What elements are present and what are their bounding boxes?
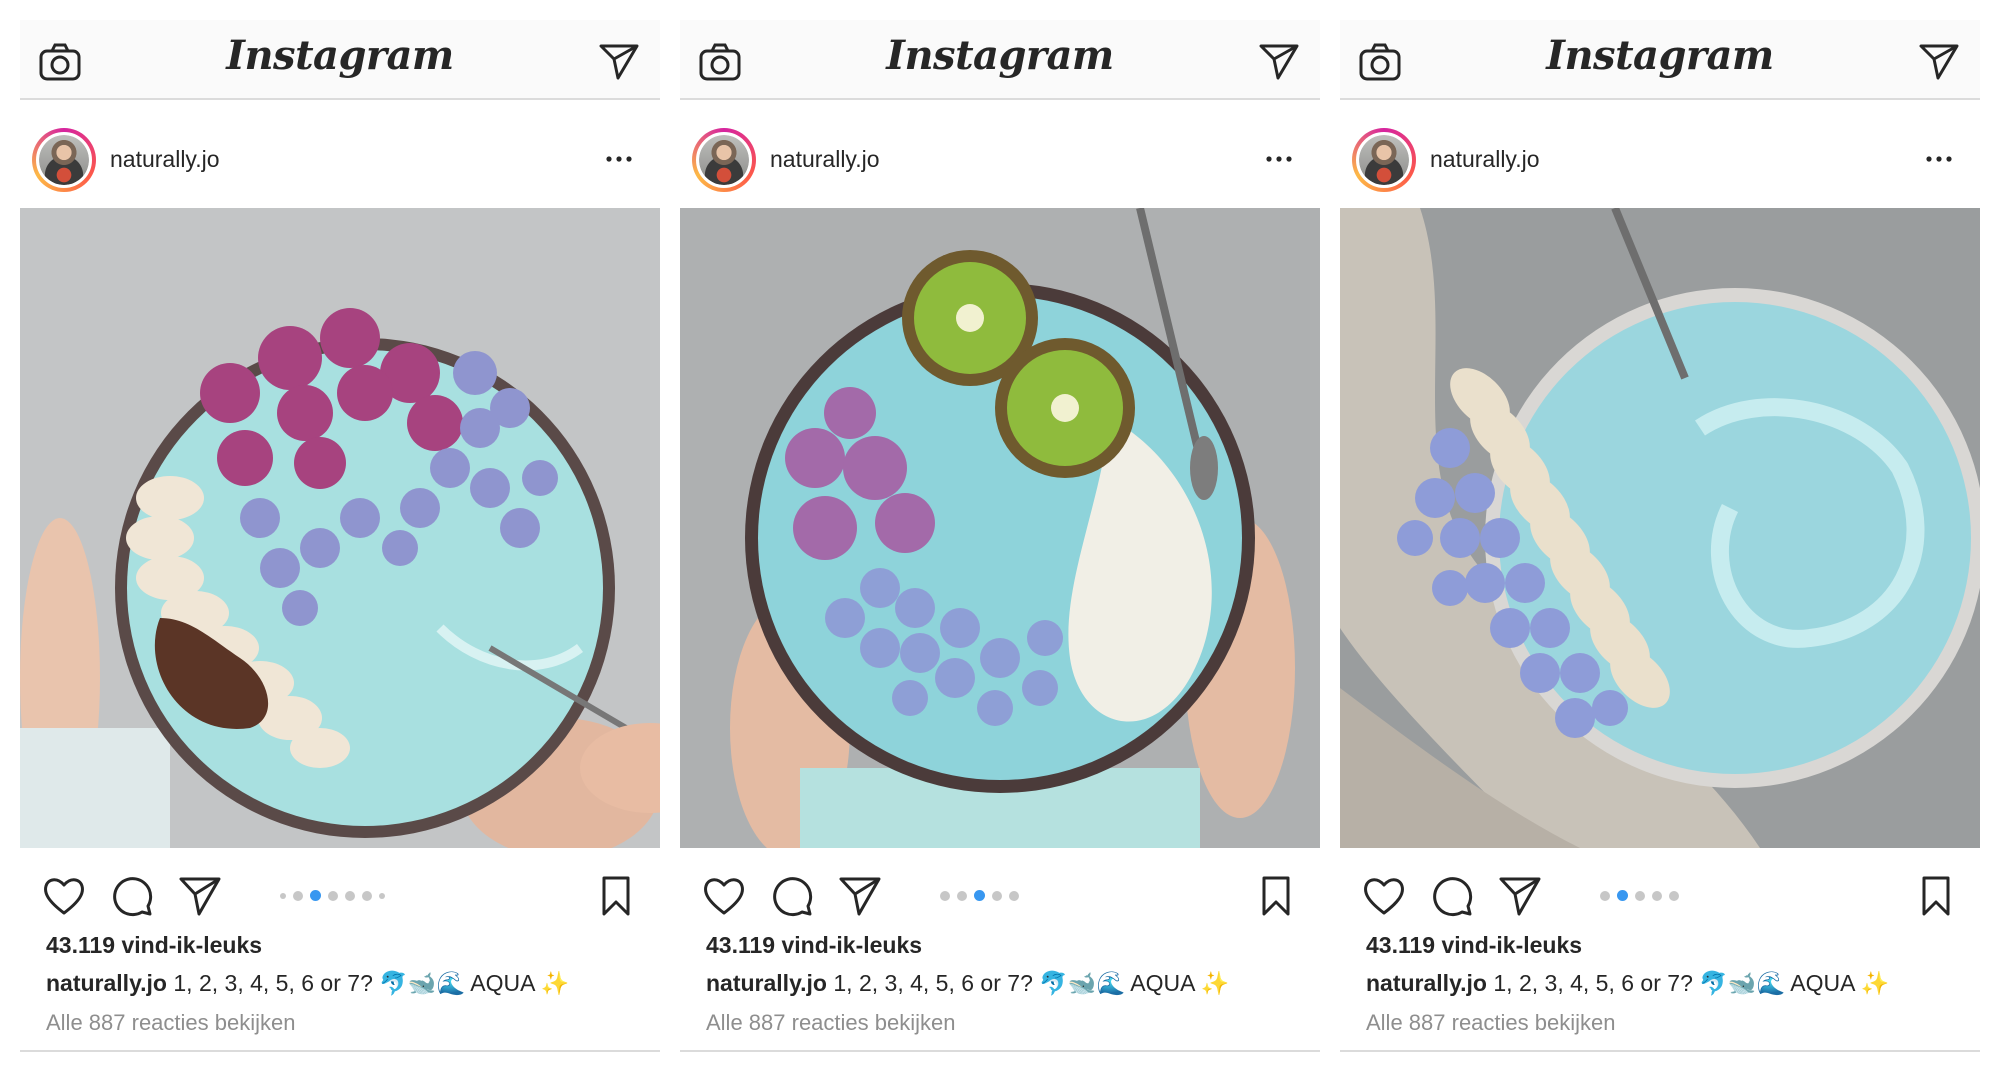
share-icon[interactable] (838, 874, 882, 918)
post-photo[interactable] (1340, 208, 1980, 848)
avatar[interactable] (32, 128, 96, 192)
instagram-logo: Instagram (886, 32, 1114, 79)
action-bar (1340, 868, 1980, 924)
view-comments-link[interactable]: Alle 887 reacties bekijken (46, 1010, 295, 1036)
carousel-dot (974, 890, 985, 901)
post-header: naturally.jo (20, 128, 660, 198)
caption-username[interactable]: naturally.jo (46, 970, 167, 996)
heart-icon[interactable] (1362, 874, 1406, 918)
post-photo[interactable] (20, 208, 660, 848)
instagram-logo: Instagram (226, 32, 454, 79)
post-header: naturally.jo (1340, 128, 1980, 198)
top-bar: Instagram (1340, 20, 1980, 100)
view-comments-link[interactable]: Alle 887 reacties bekijken (1366, 1010, 1615, 1036)
comment-icon[interactable] (1430, 874, 1474, 918)
heart-icon[interactable] (42, 874, 86, 918)
post-panel-2: Instagram naturally.jo 43.119 vind-ik-le… (680, 20, 1320, 1055)
more-options-icon[interactable] (1264, 144, 1294, 174)
like-count[interactable]: 43.119 vind-ik-leuks (706, 932, 922, 959)
more-options-icon[interactable] (604, 144, 634, 174)
post-username[interactable]: naturally.jo (110, 146, 220, 173)
carousel-dot (957, 890, 967, 901)
direct-send-icon[interactable] (1258, 42, 1300, 82)
like-count[interactable]: 43.119 vind-ik-leuks (46, 932, 262, 959)
post-username[interactable]: naturally.jo (1430, 146, 1540, 173)
avatar[interactable] (692, 128, 756, 192)
carousel-dot (1669, 890, 1679, 901)
post-panel-1: Instagram naturally.jo 43.119 vind-ik-le… (20, 20, 660, 1055)
bookmark-icon[interactable] (1254, 874, 1298, 918)
comment-icon[interactable] (110, 874, 154, 918)
post-panel-3: Instagram naturally.jo 43.119 vind-ik-le… (1340, 20, 1980, 1055)
divider (680, 1050, 1320, 1052)
carousel-dot (280, 892, 286, 899)
avatar[interactable] (1352, 128, 1416, 192)
like-count[interactable]: 43.119 vind-ik-leuks (1366, 932, 1582, 959)
direct-send-icon[interactable] (1918, 42, 1960, 82)
carousel-dot (1009, 890, 1019, 901)
carousel-dot (1635, 890, 1645, 901)
divider (1340, 1050, 1980, 1052)
carousel-dot (940, 890, 950, 901)
caption-username[interactable]: naturally.jo (1366, 970, 1487, 996)
caption-text: 1, 2, 3, 4, 5, 6 or 7? 🐬🐋🌊 AQUA ✨ (827, 970, 1230, 996)
carousel-dot (293, 890, 303, 901)
caption-text: 1, 2, 3, 4, 5, 6 or 7? 🐬🐋🌊 AQUA ✨ (1487, 970, 1890, 996)
carousel-dot (328, 890, 338, 901)
post-header: naturally.jo (680, 128, 1320, 198)
action-bar (680, 868, 1320, 924)
more-options-icon[interactable] (1924, 144, 1954, 174)
comment-icon[interactable] (770, 874, 814, 918)
share-icon[interactable] (178, 874, 222, 918)
carousel-dot (1617, 890, 1628, 901)
top-bar: Instagram (680, 20, 1320, 100)
carousel-dot (992, 890, 1002, 901)
post-photo[interactable] (680, 208, 1320, 848)
top-bar: Instagram (20, 20, 660, 100)
post-caption: naturally.jo 1, 2, 3, 4, 5, 6 or 7? 🐬🐋🌊 … (706, 970, 1229, 997)
action-bar (20, 868, 660, 924)
heart-icon[interactable] (702, 874, 746, 918)
post-username[interactable]: naturally.jo (770, 146, 880, 173)
carousel-dot (345, 890, 355, 901)
direct-send-icon[interactable] (598, 42, 640, 82)
caption-text: 1, 2, 3, 4, 5, 6 or 7? 🐬🐋🌊 AQUA ✨ (167, 970, 570, 996)
carousel-dot (379, 892, 385, 899)
share-icon[interactable] (1498, 874, 1542, 918)
carousel-dot (362, 890, 372, 901)
caption-username[interactable]: naturally.jo (706, 970, 827, 996)
view-comments-link[interactable]: Alle 887 reacties bekijken (706, 1010, 955, 1036)
carousel-dot (1600, 890, 1610, 901)
carousel-dot (310, 890, 321, 901)
post-caption: naturally.jo 1, 2, 3, 4, 5, 6 or 7? 🐬🐋🌊 … (1366, 970, 1889, 997)
instagram-logo: Instagram (1546, 32, 1774, 79)
bookmark-icon[interactable] (1914, 874, 1958, 918)
carousel-dot (1652, 890, 1662, 901)
post-caption: naturally.jo 1, 2, 3, 4, 5, 6 or 7? 🐬🐋🌊 … (46, 970, 569, 997)
divider (20, 1050, 660, 1052)
bookmark-icon[interactable] (594, 874, 638, 918)
